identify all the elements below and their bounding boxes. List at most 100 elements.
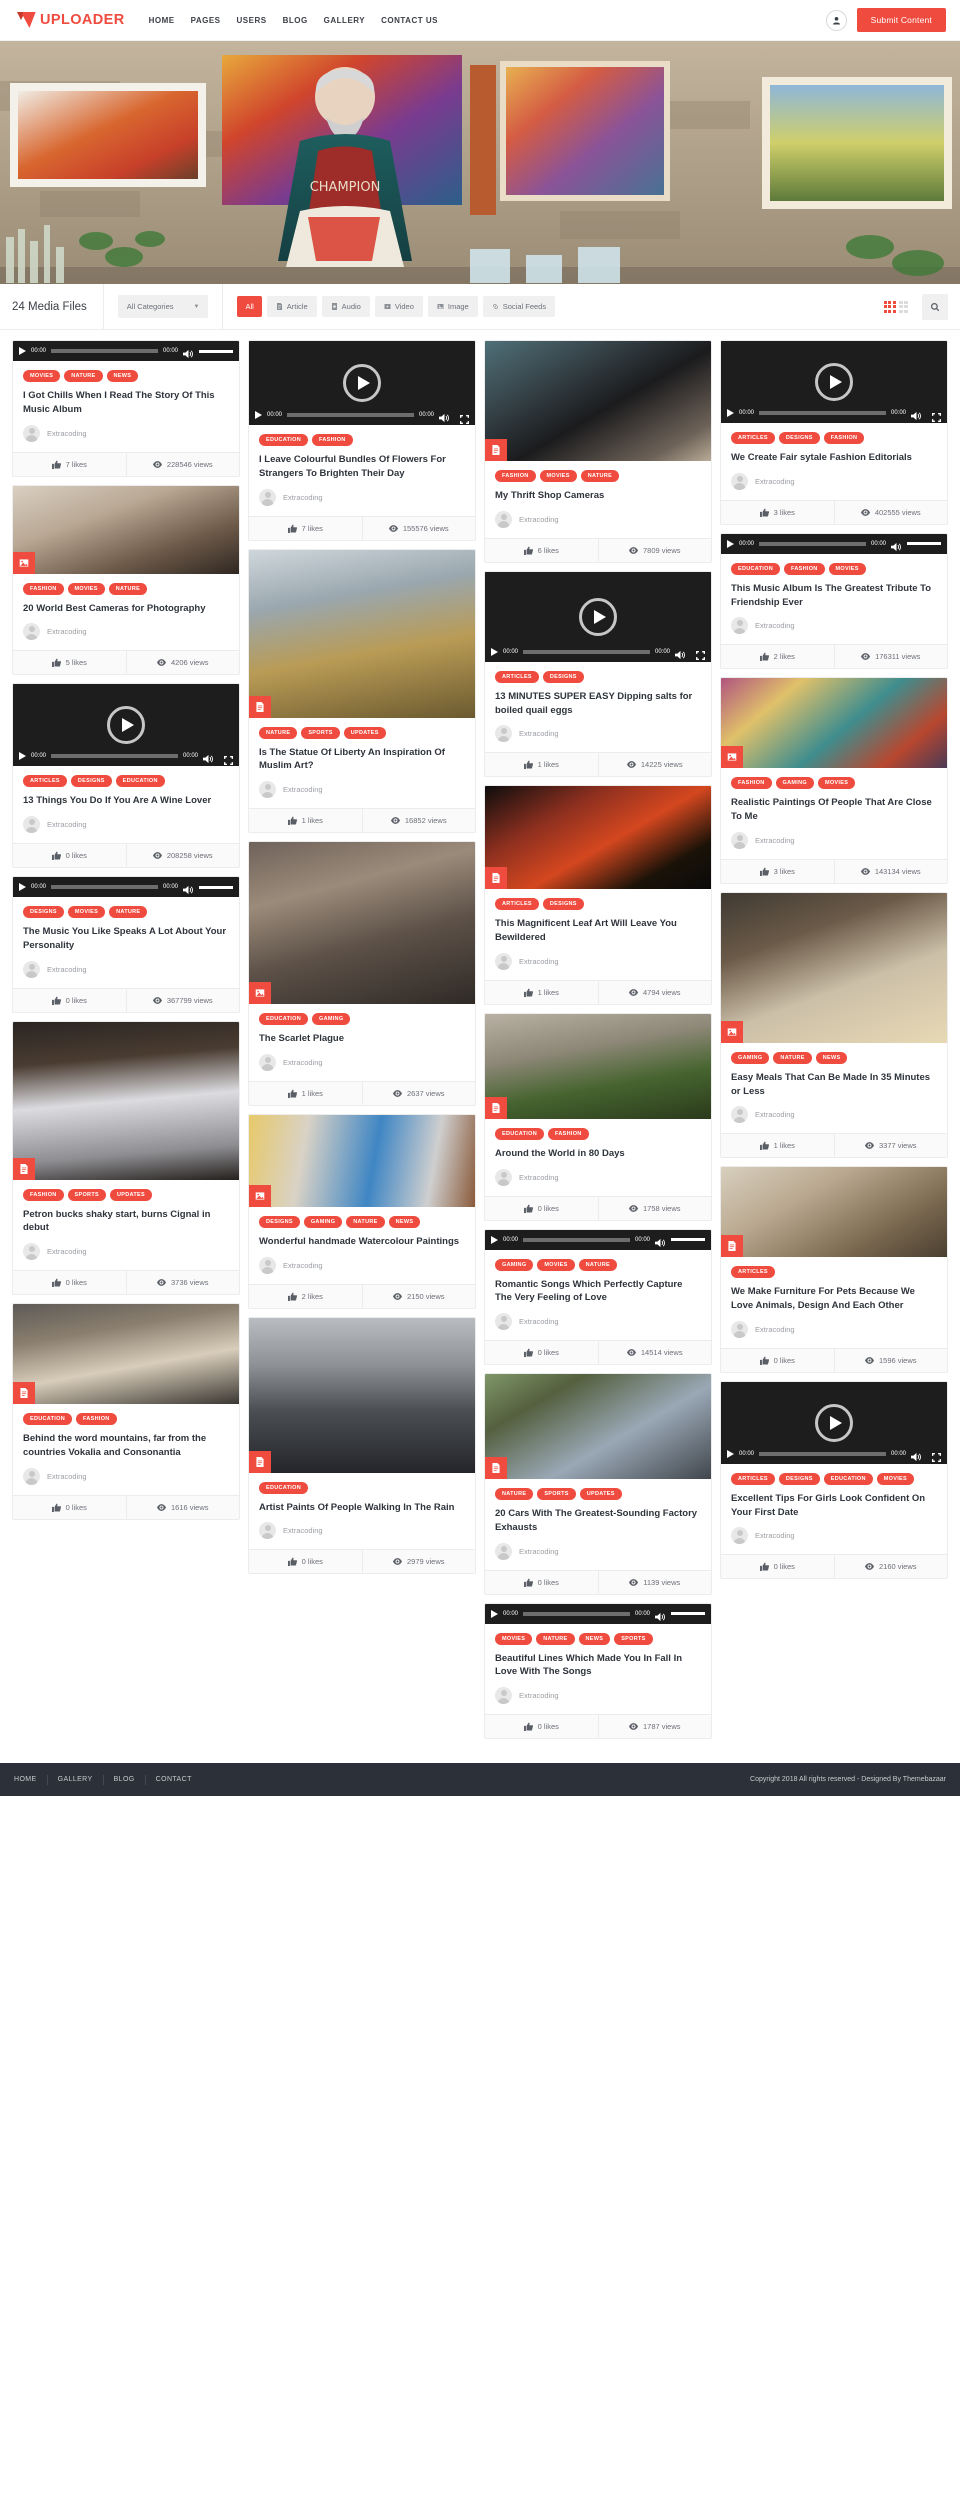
- media-card[interactable]: FASHION MOVIES NATURE 20 World Best Cameras…: [12, 484, 240, 676]
- card-thumbnail[interactable]: [721, 678, 947, 769]
- card-tag[interactable]: NEWS: [388, 1215, 421, 1228]
- card-tag[interactable]: NATURE: [773, 1051, 812, 1064]
- player-controls[interactable]: 00:00 00:00: [13, 341, 239, 361]
- card-tag[interactable]: NATURE: [259, 726, 298, 739]
- card-author[interactable]: Extracoding: [495, 1313, 701, 1331]
- views-stat[interactable]: 14514 views: [597, 1341, 712, 1365]
- card-tag[interactable]: FASHION: [76, 1413, 117, 1426]
- fullscreen-icon[interactable]: [931, 1449, 942, 1463]
- logo[interactable]: UPLOADER: [14, 12, 125, 28]
- grid-view-icon[interactable]: [883, 300, 896, 313]
- likes-stat[interactable]: 2 likes: [721, 645, 834, 668]
- media-card[interactable]: 00:00 00:00 ARTICLES DESIGNS EDUCATION 13 Thi…: [12, 683, 240, 869]
- fullscreen-icon[interactable]: [459, 411, 470, 424]
- card-tag[interactable]: ARTICLES: [731, 1472, 775, 1485]
- card-title[interactable]: Petron bucks shaky start, burns Cignal i…: [23, 1208, 229, 1236]
- likes-stat[interactable]: 1 likes: [485, 981, 598, 1004]
- card-tag[interactable]: ARTICLES: [495, 670, 539, 683]
- card-tag[interactable]: MOVIES: [23, 370, 61, 382]
- views-stat[interactable]: 4206 views: [125, 651, 240, 675]
- card-title[interactable]: 20 Cars With The Greatest-Sounding Facto…: [495, 1507, 701, 1535]
- views-stat[interactable]: 2150 views: [361, 1284, 476, 1308]
- play-icon[interactable]: [491, 647, 498, 656]
- card-author[interactable]: Extracoding: [23, 816, 229, 834]
- card-author[interactable]: Extracoding: [495, 1542, 701, 1560]
- play-icon[interactable]: [19, 347, 26, 355]
- video-player[interactable]: 00:00 00:00: [249, 341, 475, 425]
- media-card[interactable]: 00:00 00:00 ARTICLES DESIGNS 13 MINUTES SUPE…: [484, 570, 712, 778]
- card-tag[interactable]: DESIGNS: [778, 432, 820, 444]
- likes-stat[interactable]: 1 likes: [721, 1134, 834, 1157]
- card-tag[interactable]: DESIGNS: [70, 775, 112, 788]
- views-stat[interactable]: 4794 views: [597, 980, 712, 1004]
- card-tag[interactable]: ARTICLES: [731, 432, 775, 444]
- card-tag[interactable]: GAMING: [775, 777, 814, 790]
- card-tag[interactable]: FASHION: [23, 582, 64, 595]
- card-author[interactable]: Extracoding: [495, 952, 701, 970]
- play-icon[interactable]: [19, 752, 26, 761]
- media-card[interactable]: FASHION MOVIES NATURE My Thrift Shop Camera…: [484, 340, 712, 563]
- likes-stat[interactable]: 3 likes: [721, 501, 834, 524]
- card-tag[interactable]: MOVIES: [67, 582, 105, 595]
- volume-slider[interactable]: [671, 1238, 705, 1242]
- volume-icon[interactable]: [891, 539, 902, 551]
- progress-bar[interactable]: [759, 411, 886, 415]
- media-card[interactable]: DESIGNS GAMING NATURE NEWS Wonderful handmad…: [248, 1113, 476, 1309]
- card-tag[interactable]: NATURE: [346, 1215, 385, 1228]
- card-tag[interactable]: SPORTS: [614, 1632, 653, 1645]
- likes-stat[interactable]: 1 likes: [485, 753, 598, 776]
- card-tag[interactable]: MOVIES: [828, 562, 866, 575]
- card-tag[interactable]: SPORTS: [301, 726, 340, 739]
- filter-chip-image[interactable]: Image: [427, 296, 478, 317]
- progress-bar[interactable]: [51, 885, 158, 890]
- card-tag[interactable]: NATURE: [580, 470, 620, 482]
- card-title[interactable]: Artist Paints Of People Walking In The R…: [259, 1501, 465, 1515]
- card-tag[interactable]: GAMING: [731, 1051, 770, 1064]
- media-card[interactable]: EDUCATION GAMING The Scarlet Plague Extraco…: [248, 841, 476, 1106]
- progress-bar[interactable]: [287, 413, 414, 417]
- progress-bar[interactable]: [523, 1237, 630, 1242]
- views-stat[interactable]: 176311 views: [833, 645, 948, 669]
- card-thumbnail[interactable]: [249, 1114, 475, 1207]
- card-tag[interactable]: DESIGNS: [778, 1472, 820, 1485]
- player-controls[interactable]: 00:00 00:00: [13, 877, 239, 898]
- card-author[interactable]: Extracoding: [731, 1527, 937, 1545]
- card-title[interactable]: The Music You Like Speaks A Lot About Yo…: [23, 925, 229, 953]
- card-tag[interactable]: FASHION: [548, 1127, 589, 1140]
- user-account-button[interactable]: [825, 9, 847, 31]
- play-button-overlay[interactable]: [815, 1403, 853, 1442]
- views-stat[interactable]: 143134 views: [833, 859, 948, 883]
- card-author[interactable]: Extracoding: [495, 510, 701, 528]
- likes-stat[interactable]: 0 likes: [13, 1496, 126, 1519]
- card-tag[interactable]: DESIGNS: [542, 670, 584, 683]
- card-tag[interactable]: EDUCATION: [495, 1127, 544, 1140]
- likes-stat[interactable]: 5 likes: [13, 651, 126, 674]
- volume-icon[interactable]: [655, 1235, 666, 1247]
- card-author[interactable]: Extracoding: [23, 1467, 229, 1485]
- views-stat[interactable]: 7809 views: [597, 538, 712, 562]
- audio-player[interactable]: 00:00 00:00: [13, 877, 239, 898]
- progress-bar[interactable]: [523, 649, 650, 654]
- nav-item-gallery[interactable]: GALLERY: [324, 16, 365, 25]
- views-stat[interactable]: 402555 views: [833, 500, 948, 524]
- card-title[interactable]: This Magnificent Leaf Art Will Leave You…: [495, 917, 701, 945]
- card-author[interactable]: Extracoding: [259, 1053, 465, 1071]
- likes-stat[interactable]: 0 likes: [721, 1555, 834, 1578]
- media-card[interactable]: NATURE SPORTS UPDATES Is The Statue Of Libe…: [248, 548, 476, 834]
- progress-bar[interactable]: [51, 349, 158, 353]
- card-author[interactable]: Extracoding: [259, 1256, 465, 1274]
- progress-bar[interactable]: [51, 754, 178, 759]
- card-tag[interactable]: MOVIES: [495, 1632, 533, 1645]
- player-controls[interactable]: 00:00 00:00: [249, 405, 475, 425]
- volume-slider[interactable]: [907, 542, 941, 546]
- card-author[interactable]: Extracoding: [731, 1320, 937, 1338]
- card-tag[interactable]: EDUCATION: [23, 1413, 72, 1426]
- card-tag[interactable]: NEWS: [106, 370, 139, 382]
- player-controls[interactable]: 00:00 00:00: [721, 403, 947, 423]
- media-card[interactable]: FASHION SPORTS UPDATES Petron bucks shaky s…: [12, 1020, 240, 1296]
- play-button-overlay[interactable]: [815, 363, 853, 401]
- card-tag[interactable]: NEWS: [815, 1051, 848, 1064]
- card-title[interactable]: Wonderful handmade Watercolour Paintings: [259, 1235, 465, 1249]
- views-stat[interactable]: 3736 views: [125, 1271, 240, 1295]
- card-tag[interactable]: NATURE: [495, 1488, 534, 1501]
